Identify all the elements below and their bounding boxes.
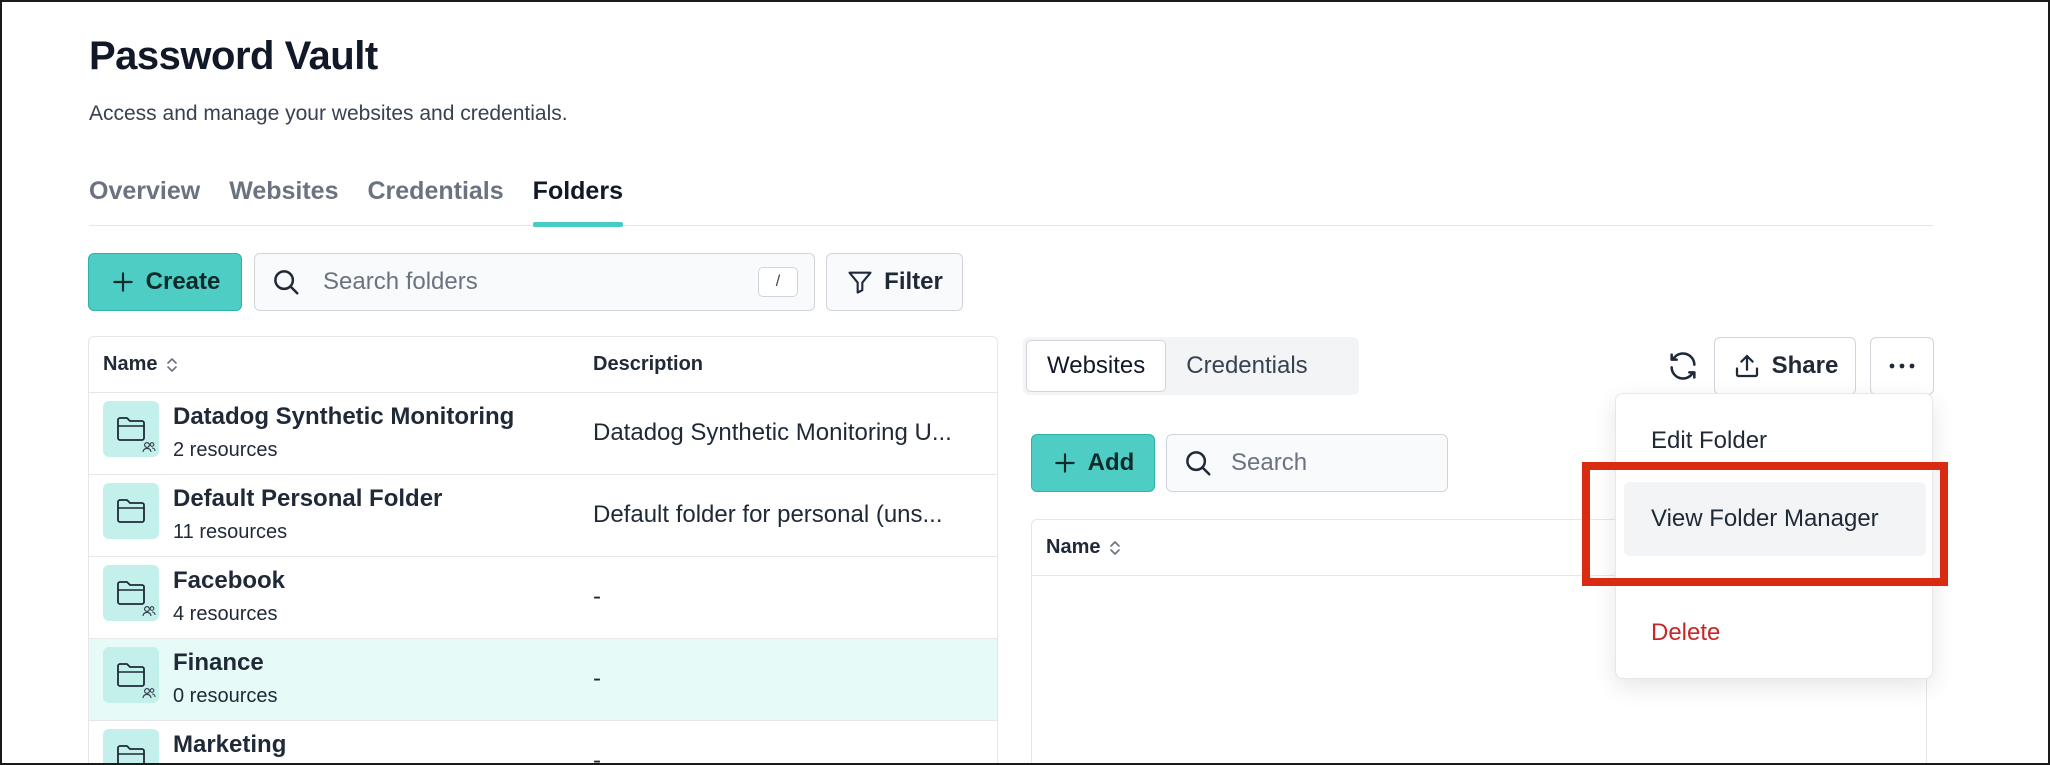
tab-folders[interactable]: Folders (532, 172, 624, 227)
folder-resource-count: 4 resources (173, 603, 278, 625)
folder-description: Datadog Synthetic Monitoring U... (593, 419, 952, 446)
filter-icon (846, 268, 874, 296)
segment-credentials[interactable]: Credentials (1166, 340, 1327, 392)
table-row[interactable]: Marketing - (89, 721, 997, 765)
shared-users-icon (141, 603, 157, 619)
table-row[interactable]: Default Personal Folder 11 resources Defau… (89, 475, 997, 557)
refresh-icon (1666, 349, 1700, 383)
add-button[interactable]: Add (1031, 434, 1155, 492)
sort-icon (165, 355, 179, 375)
add-button-label: Add (1087, 449, 1135, 476)
table-row[interactable]: Datadog Synthetic Monitoring 2 resources D… (89, 393, 997, 475)
create-button-label: Create (145, 268, 221, 295)
tab-bar: Overview Websites Credentials Folders (89, 172, 1933, 227)
sort-icon (1108, 538, 1122, 558)
description-column-header: Description (593, 353, 704, 375)
folder-resource-count: 11 resources (173, 521, 288, 543)
tab-overview[interactable]: Overview (89, 172, 200, 226)
share-button-label: Share (1771, 352, 1839, 379)
more-options-button[interactable] (1870, 337, 1934, 395)
shared-users-icon (141, 685, 157, 701)
folder-icon (103, 729, 159, 763)
folder-icon (103, 401, 159, 457)
tab-websites[interactable]: Websites (229, 172, 338, 226)
detail-segmented-control: Websites Credentials (1023, 337, 1359, 395)
menu-item-delete[interactable]: Delete (1624, 596, 1926, 670)
search-placeholder: Search folders (323, 268, 478, 295)
table-row[interactable]: Facebook 4 resources - (89, 557, 997, 639)
folder-icon (103, 483, 159, 539)
shared-users-icon (141, 439, 157, 455)
resource-search-input[interactable]: Search (1166, 434, 1448, 492)
page-subtitle: Access and manage your websites and cred… (89, 102, 568, 125)
folder-name: Marketing (173, 731, 287, 758)
table-row[interactable]: Finance 0 resources - (89, 639, 997, 721)
tab-credentials[interactable]: Credentials (368, 172, 504, 226)
folder-resource-count: 2 resources (173, 439, 278, 461)
folder-description: - (593, 665, 601, 692)
search-icon (271, 267, 301, 297)
folder-name: Default Personal Folder (173, 485, 443, 512)
share-button[interactable]: Share (1714, 337, 1856, 395)
folder-description: - (593, 583, 601, 610)
folders-table-body: Datadog Synthetic Monitoring 2 resources D… (89, 393, 997, 765)
folders-table: Name Description Datadog Synthetic Monit… (88, 336, 998, 765)
search-placeholder: Search (1231, 449, 1308, 476)
more-horizontal-icon (1888, 362, 1916, 370)
app-window: Password Vault Access and manage your we… (0, 0, 2050, 765)
folder-description: - (593, 747, 601, 765)
folder-resource-count: 0 resources (173, 685, 278, 707)
folder-search-input[interactable]: Search folders / (254, 253, 815, 311)
plus-icon (1052, 450, 1078, 476)
name-column-header[interactable]: Name (103, 353, 179, 376)
filter-button[interactable]: Filter (826, 253, 963, 311)
folder-name: Facebook (173, 567, 286, 594)
name-header-label: Name (1046, 536, 1101, 558)
segment-websites[interactable]: Websites (1026, 340, 1167, 392)
page-title: Password Vault (89, 34, 378, 78)
folders-table-header: Name Description (89, 337, 997, 393)
folder-name: Finance (173, 649, 264, 676)
folder-icon (103, 647, 159, 703)
folder-icon (103, 565, 159, 621)
create-button[interactable]: Create (88, 253, 242, 311)
upload-icon (1732, 351, 1762, 381)
name-header-label: Name (103, 353, 158, 375)
filter-button-label: Filter (884, 268, 943, 295)
search-icon (1183, 448, 1213, 478)
search-shortcut-key: / (758, 267, 798, 297)
refresh-button[interactable] (1662, 345, 1704, 387)
folder-description: Default folder for personal (uns... (593, 501, 943, 528)
folder-name: Datadog Synthetic Monitoring (173, 403, 515, 430)
plus-icon (110, 269, 136, 295)
highlight-annotation (1582, 462, 1948, 586)
